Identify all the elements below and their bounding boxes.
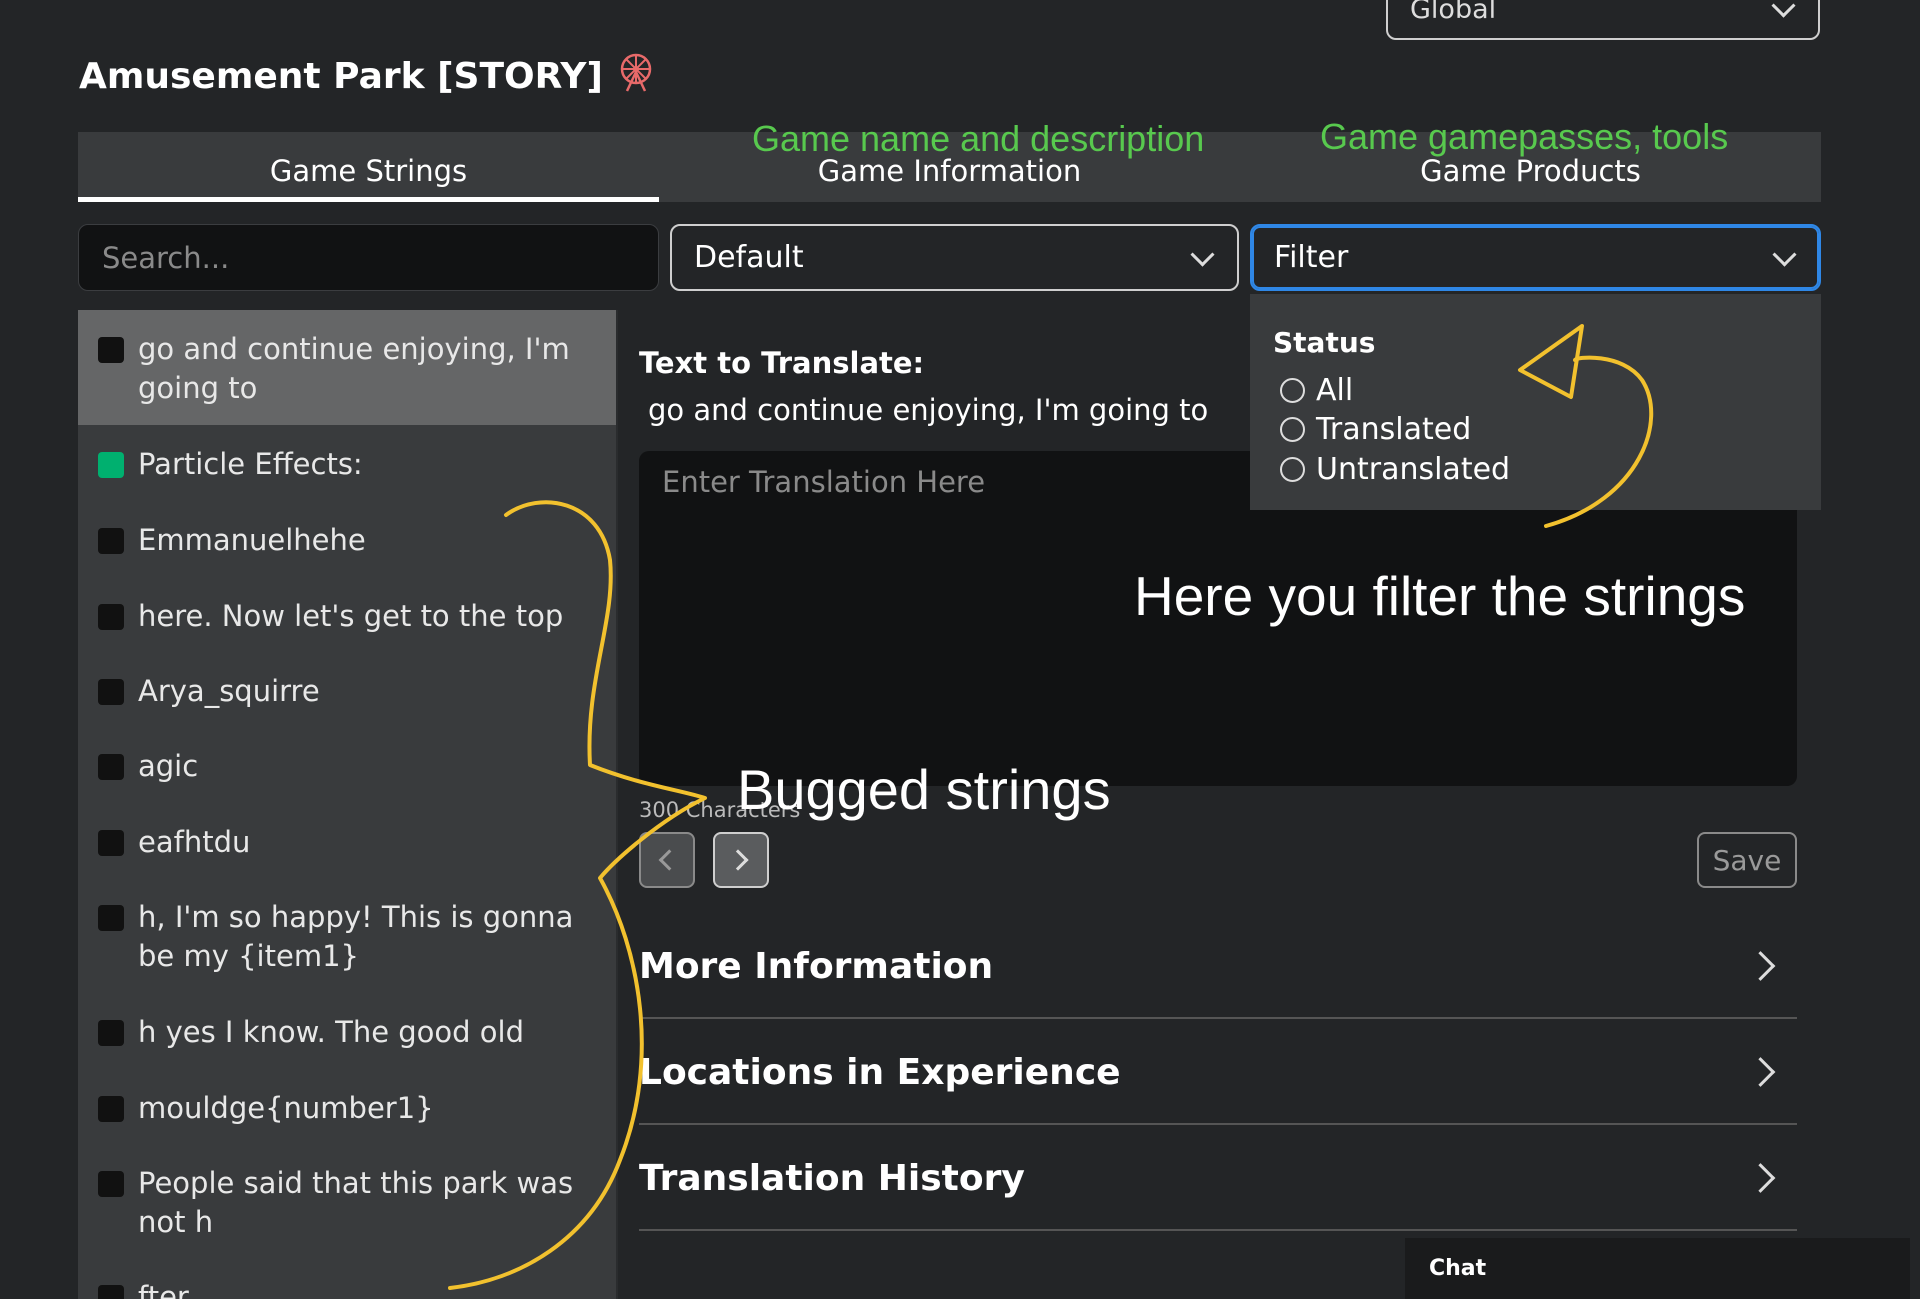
annotation-drawings	[448, 324, 1654, 1290]
filter-arrow-curve	[1544, 355, 1654, 528]
bugged-bracket	[448, 500, 707, 1290]
filter-arrow-head	[1518, 324, 1584, 399]
